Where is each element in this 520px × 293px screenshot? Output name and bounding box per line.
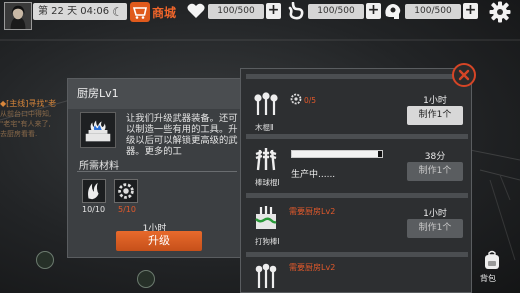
- player-avatar[interactable]: [4, 2, 32, 30]
- crafting-list-panel[interactable]: 0/5 木棍Ⅱ 1小时 制作1个 生产中...... 棒球棍Ⅰ 38分 制作1个…: [240, 68, 472, 293]
- hunger-value: 100/500: [308, 4, 364, 19]
- recipe-time: 1小时: [423, 96, 447, 106]
- kitchen-description: 让我们升级武器装备。还可以制造一些有用的工具。升级以后可以解锁更高级的武器。更多…: [126, 113, 238, 157]
- dog-stick-icon: [255, 206, 277, 229]
- recipe-name: 棒球棍Ⅰ: [255, 178, 280, 187]
- quest-line-3: "老宅"有人来了,: [0, 120, 51, 128]
- row-separator: [246, 193, 468, 198]
- recipe-name: 木棍Ⅱ: [255, 123, 274, 132]
- gear-material-count: 5/10: [118, 205, 136, 214]
- clock-time: 04:06: [80, 6, 110, 17]
- hunger-plus-button[interactable]: +: [366, 3, 381, 19]
- health-value: 100/500: [208, 4, 264, 19]
- production-status: 生产中......: [291, 170, 336, 180]
- moon-icon: ☾: [112, 5, 123, 19]
- requirements-divider: [77, 171, 237, 172]
- quest-title: ◆[主线]寻找"老: [0, 99, 57, 108]
- row-separator: [246, 134, 468, 139]
- claw-material-slot[interactable]: [82, 179, 106, 203]
- material-count: 0/5: [304, 96, 317, 105]
- top-bar: 第 22 天 04:06 ☾ 商城 100/500 + 100/500 + 10: [0, 0, 520, 30]
- gear-material-slot[interactable]: [114, 179, 138, 203]
- requirements-title: 所需材料: [79, 161, 119, 172]
- kitchen-title: 厨房Lv1: [68, 79, 241, 109]
- claw-icon: [88, 182, 99, 200]
- shop-cart-icon: [130, 2, 150, 22]
- requirement-warning: 需要厨房Lv2: [289, 207, 336, 216]
- close-button[interactable]: [452, 63, 476, 87]
- quest-line-4: 去厨房看看.: [0, 130, 38, 138]
- quest-line-2: 从前台口中得知,: [0, 110, 52, 118]
- material-gear-icon: [290, 93, 302, 105]
- production-progress-fill: [292, 151, 378, 157]
- sanity-plus-button[interactable]: +: [463, 3, 478, 19]
- health-plus-button[interactable]: +: [266, 3, 281, 19]
- row-separator: [246, 74, 468, 79]
- avatar-portrait-icon: [5, 3, 31, 29]
- requirement-warning: 需要厨房Lv2: [289, 263, 336, 272]
- day-time-display: 第 22 天 04:06 ☾: [33, 3, 127, 20]
- recipe-time: 1小时: [423, 209, 447, 219]
- make-button[interactable]: 制作1个: [407, 219, 463, 238]
- weapon-icon: [255, 263, 277, 288]
- heart-icon: [187, 3, 205, 19]
- shop-label: 商城: [152, 6, 177, 20]
- recipe-time: 38分: [424, 152, 446, 162]
- gear-part-icon: [118, 183, 134, 199]
- claw-material-count: 10/10: [82, 205, 106, 214]
- sanity-value: 100/500: [405, 4, 461, 19]
- backpack-label[interactable]: 背包: [480, 273, 496, 284]
- upgrade-button[interactable]: 升级: [116, 231, 202, 251]
- row-separator: [246, 252, 468, 257]
- kitchen-upgrade-panel: 厨房Lv1 让我们升级武器装备。还可以制造一些有用的工具。升级以后可以解锁更高级…: [67, 78, 242, 258]
- baseball-bat-icon: [255, 148, 277, 171]
- brain-icon: [385, 4, 401, 19]
- day-label: 第 22 天: [38, 6, 78, 17]
- backpack-icon[interactable]: [482, 250, 502, 270]
- wood-stick-icon: [254, 92, 278, 115]
- stomach-icon: [288, 2, 304, 20]
- camp-marker-icon[interactable]: [36, 251, 54, 269]
- home-marker-icon[interactable]: [137, 270, 155, 288]
- settings-gear-icon[interactable]: [489, 1, 511, 23]
- close-icon: [458, 69, 470, 81]
- make-button[interactable]: 制作1个: [407, 162, 463, 181]
- quest-tracker[interactable]: ◆[主线]寻找"老 从前台口中得知, "老宅"有人来了, 去厨房看看.: [0, 99, 66, 139]
- stove-icon: [80, 112, 116, 148]
- production-progress-bar: [291, 150, 383, 158]
- recipe-name: 打狗棒Ⅰ: [255, 237, 280, 246]
- make-button[interactable]: 制作1个: [407, 106, 463, 125]
